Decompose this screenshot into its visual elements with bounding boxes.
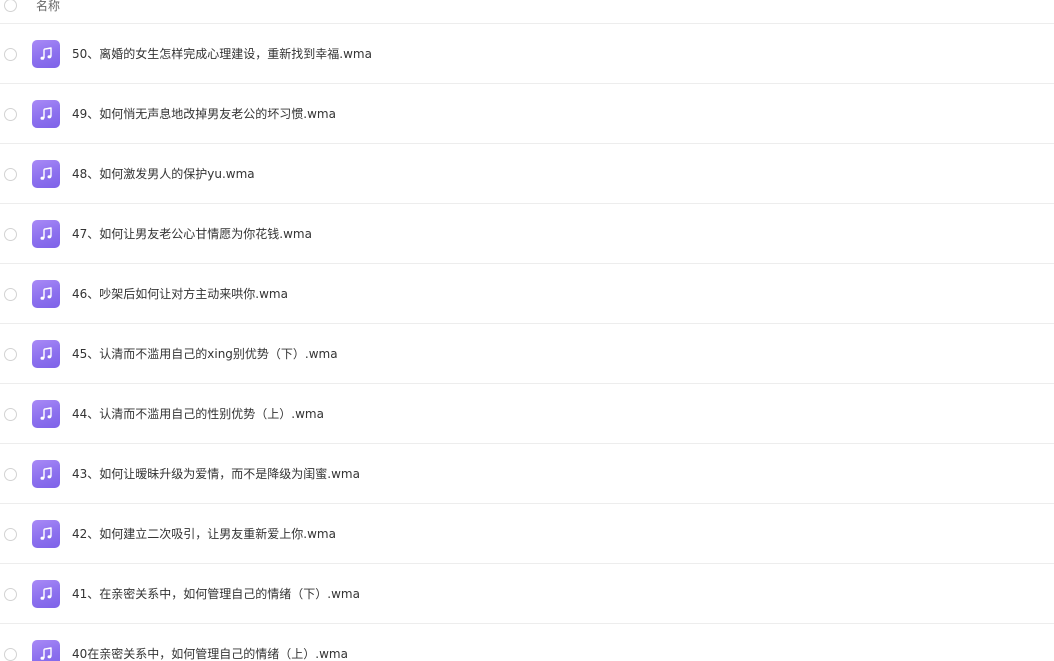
row-select-radio[interactable]	[4, 408, 17, 421]
file-list: 名称 50、离婚的女生怎样完成心理建设，重新找到幸福.wma 49、如何悄无声息地…	[0, 0, 1054, 661]
row-select-radio[interactable]	[4, 48, 17, 61]
file-name[interactable]: 49、如何悄无声息地改掉男友老公的坏习惯.wma	[72, 105, 336, 123]
file-name[interactable]: 42、如何建立二次吸引，让男友重新爱上你.wma	[72, 525, 336, 543]
list-header: 名称	[0, 0, 1054, 24]
music-file-icon	[32, 460, 60, 488]
row-select-radio[interactable]	[4, 228, 17, 241]
file-row[interactable]: 43、如何让暧昧升级为爱情，而不是降级为闺蜜.wma	[0, 444, 1054, 504]
file-row[interactable]: 50、离婚的女生怎样完成心理建设，重新找到幸福.wma	[0, 24, 1054, 84]
file-name[interactable]: 47、如何让男友老公心甘情愿为你花钱.wma	[72, 225, 312, 243]
music-file-icon	[32, 400, 60, 428]
row-select-radio[interactable]	[4, 528, 17, 541]
music-file-icon	[32, 100, 60, 128]
music-file-icon	[32, 520, 60, 548]
file-name[interactable]: 43、如何让暧昧升级为爱情，而不是降级为闺蜜.wma	[72, 465, 360, 483]
music-file-icon	[32, 160, 60, 188]
file-name[interactable]: 44、认清而不滥用自己的性别优势（上）.wma	[72, 405, 324, 423]
music-file-icon	[32, 640, 60, 661]
file-row[interactable]: 48、如何激发男人的保护yu.wma	[0, 144, 1054, 204]
select-all-radio[interactable]	[4, 0, 17, 12]
file-name[interactable]: 46、吵架后如何让对方主动来哄你.wma	[72, 285, 288, 303]
file-row[interactable]: 46、吵架后如何让对方主动来哄你.wma	[0, 264, 1054, 324]
row-select-radio[interactable]	[4, 648, 17, 661]
file-row[interactable]: 49、如何悄无声息地改掉男友老公的坏习惯.wma	[0, 84, 1054, 144]
file-row[interactable]: 40在亲密关系中，如何管理自己的情绪（上）.wma	[0, 624, 1054, 661]
file-row[interactable]: 45、认清而不滥用自己的xing别优势（下）.wma	[0, 324, 1054, 384]
row-select-radio[interactable]	[4, 468, 17, 481]
row-select-radio[interactable]	[4, 108, 17, 121]
row-select-radio[interactable]	[4, 288, 17, 301]
file-row[interactable]: 42、如何建立二次吸引，让男友重新爱上你.wma	[0, 504, 1054, 564]
name-column-header[interactable]: 名称	[36, 0, 60, 14]
music-file-icon	[32, 40, 60, 68]
file-name[interactable]: 50、离婚的女生怎样完成心理建设，重新找到幸福.wma	[72, 45, 372, 63]
file-row[interactable]: 41、在亲密关系中，如何管理自己的情绪（下）.wma	[0, 564, 1054, 624]
row-select-radio[interactable]	[4, 588, 17, 601]
file-name[interactable]: 48、如何激发男人的保护yu.wma	[72, 165, 255, 183]
file-name[interactable]: 45、认清而不滥用自己的xing别优势（下）.wma	[72, 345, 338, 363]
row-select-radio[interactable]	[4, 348, 17, 361]
music-file-icon	[32, 220, 60, 248]
file-name[interactable]: 40在亲密关系中，如何管理自己的情绪（上）.wma	[72, 645, 348, 661]
music-file-icon	[32, 580, 60, 608]
music-file-icon	[32, 340, 60, 368]
row-select-radio[interactable]	[4, 168, 17, 181]
file-row[interactable]: 47、如何让男友老公心甘情愿为你花钱.wma	[0, 204, 1054, 264]
file-row[interactable]: 44、认清而不滥用自己的性别优势（上）.wma	[0, 384, 1054, 444]
music-file-icon	[32, 280, 60, 308]
file-name[interactable]: 41、在亲密关系中，如何管理自己的情绪（下）.wma	[72, 585, 360, 603]
